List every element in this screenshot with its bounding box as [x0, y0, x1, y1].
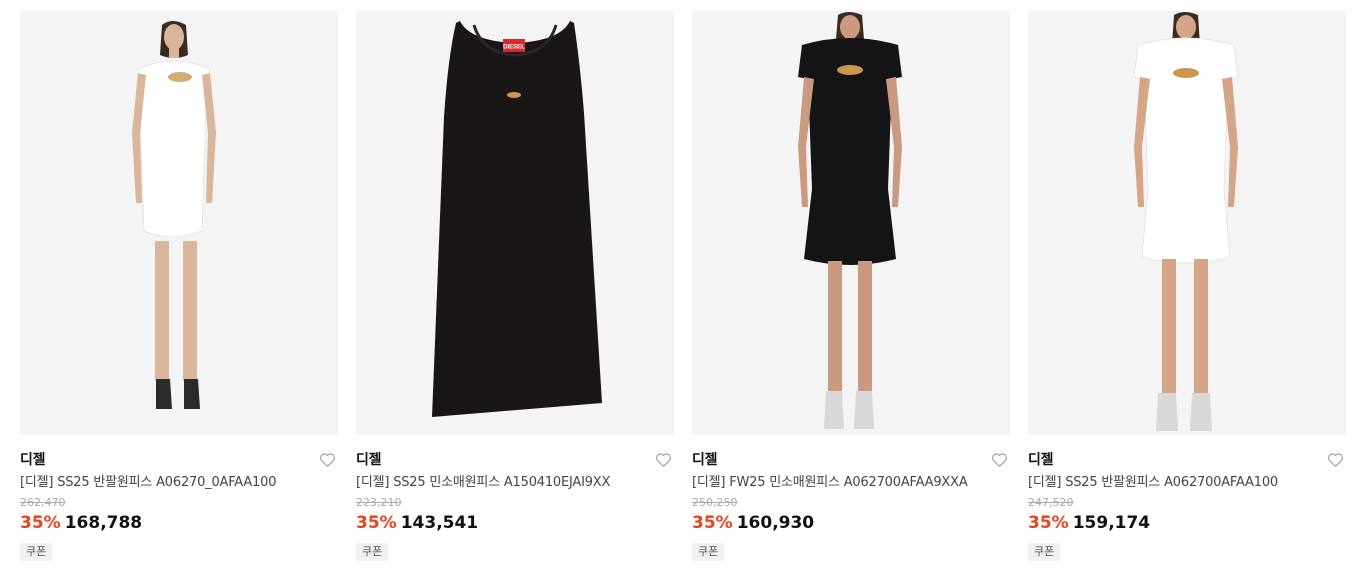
product-grid: 디젤 [디젤] SS25 반팔원피스 A06270_0AFAA100 262,4… [0, 0, 1357, 580]
coupon-badge: 쿠폰 [1028, 543, 1061, 561]
sale-price: 160,930 [736, 513, 815, 533]
brand-name[interactable]: 디젤 [1028, 450, 1346, 470]
product-card[interactable]: 디젤 [디젤] SS25 반팔원피스 A062700AFAA100 247,52… [1028, 11, 1346, 561]
diesel-logo-text: DIESEL [503, 45, 525, 51]
original-price: 247,520 [1028, 496, 1074, 509]
product-card[interactable]: 디젤 [디젤] FW25 민소매원피스 A062700AFAA9XXA 250,… [692, 11, 1010, 561]
original-price: 262,470 [20, 496, 66, 509]
product-image[interactable] [692, 11, 1010, 435]
product-image[interactable]: DIESEL [356, 11, 674, 435]
brand-name[interactable]: 디젤 [356, 450, 674, 470]
brand-name[interactable]: 디젤 [692, 450, 1010, 470]
product-card[interactable]: DIESEL 디젤 [디젤] SS25 민소매원피스 A150410EJAI9X… [356, 11, 674, 561]
heart-outline-icon[interactable] [1327, 452, 1344, 468]
product-title[interactable]: [디젤] SS25 반팔원피스 A062700AFAA100 [1028, 474, 1346, 492]
discount-rate: 35% [692, 513, 733, 533]
coupon-badge: 쿠폰 [356, 543, 389, 561]
coupon-badge: 쿠폰 [692, 543, 725, 561]
heart-outline-icon[interactable] [655, 452, 672, 468]
original-price: 223,210 [356, 496, 402, 509]
discount-rate: 35% [20, 513, 61, 533]
heart-outline-icon[interactable] [319, 452, 336, 468]
product-title[interactable]: [디젤] FW25 민소매원피스 A062700AFAA9XXA [692, 474, 1010, 492]
coupon-badge: 쿠폰 [20, 543, 53, 561]
original-price: 250,250 [692, 496, 738, 509]
sale-price: 168,788 [64, 513, 143, 533]
brand-name[interactable]: 디젤 [20, 450, 338, 470]
product-card[interactable]: 디젤 [디젤] SS25 반팔원피스 A06270_0AFAA100 262,4… [20, 11, 338, 561]
discount-rate: 35% [1028, 513, 1069, 533]
sale-price: 143,541 [400, 513, 479, 533]
product-title[interactable]: [디젤] SS25 민소매원피스 A150410EJAI9XX [356, 474, 674, 492]
sale-price: 159,174 [1072, 513, 1151, 533]
discount-rate: 35% [356, 513, 397, 533]
product-image[interactable] [20, 11, 338, 435]
heart-outline-icon[interactable] [991, 452, 1008, 468]
product-image[interactable] [1028, 11, 1346, 435]
product-title[interactable]: [디젤] SS25 반팔원피스 A06270_0AFAA100 [20, 474, 338, 492]
